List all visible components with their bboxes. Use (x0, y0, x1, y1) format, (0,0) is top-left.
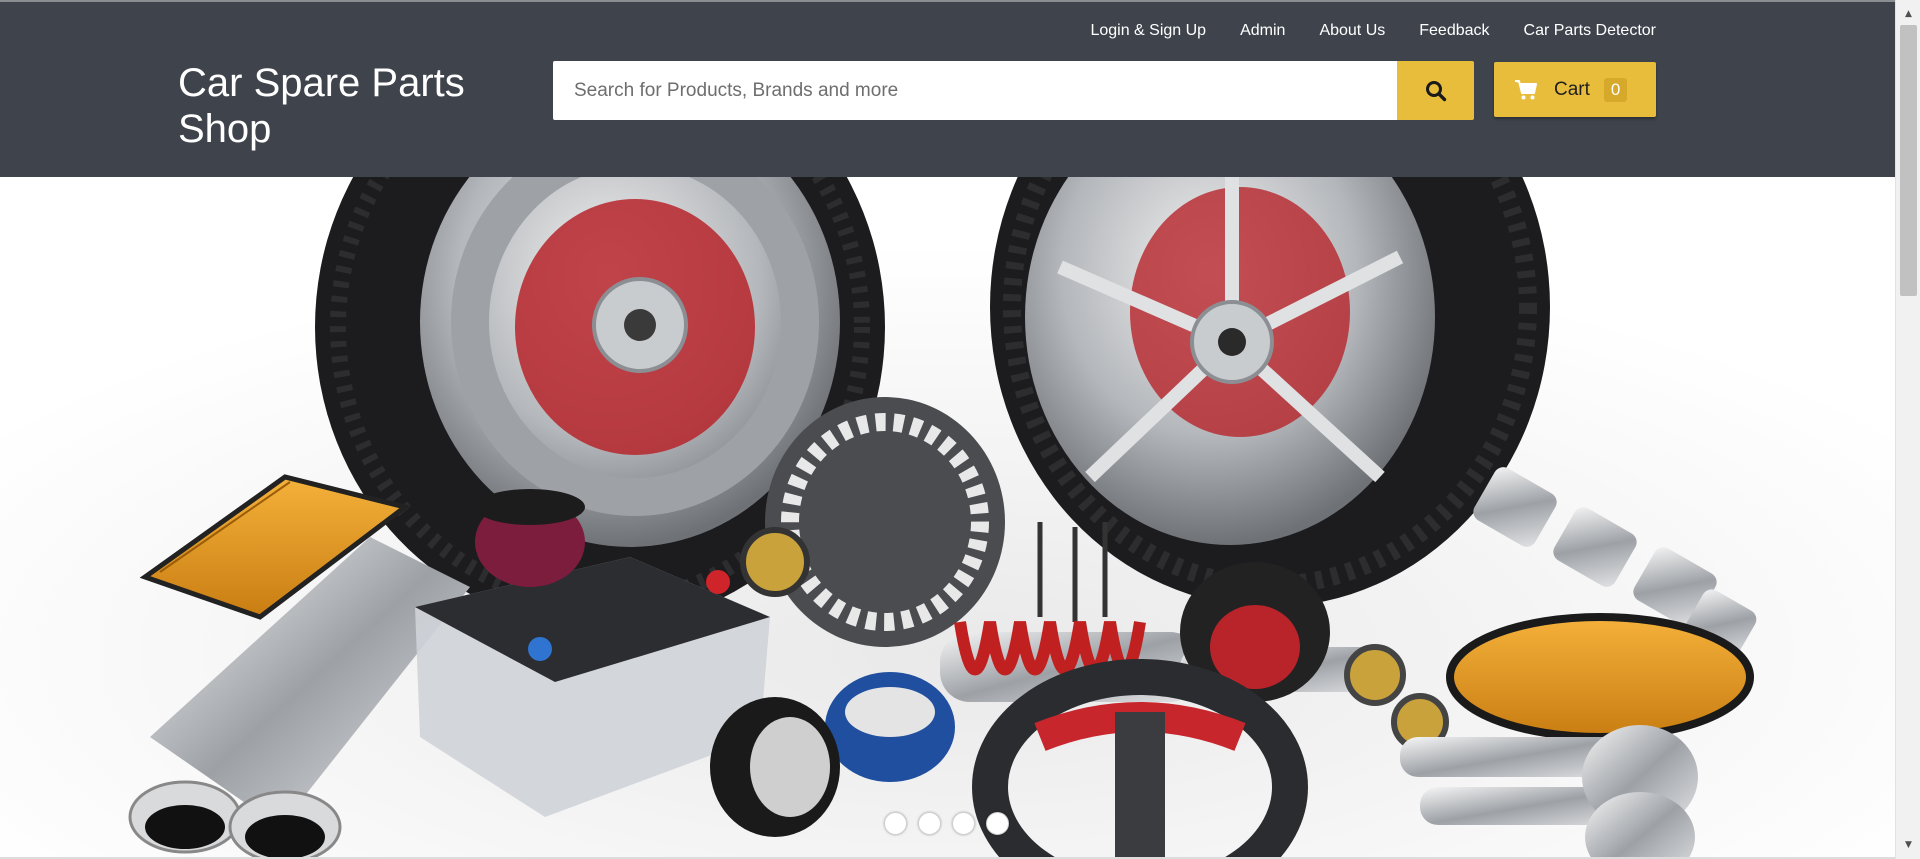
carousel-indicators (884, 812, 1009, 835)
site-header: Login & Sign Up Admin About Us Feedback … (0, 2, 1895, 177)
top-nav: Login & Sign Up Admin About Us Feedback … (1090, 22, 1656, 40)
nav-login-signup[interactable]: Login & Sign Up (1090, 22, 1206, 40)
search-button[interactable] (1397, 61, 1474, 120)
cart-label: Cart (1554, 78, 1590, 100)
hero-carousel (0, 177, 1895, 857)
scroll-down-arrow-icon[interactable]: ▼ (1896, 836, 1920, 854)
carousel-dot-3[interactable] (952, 812, 975, 835)
nav-about-us[interactable]: About Us (1319, 22, 1385, 40)
nav-feedback[interactable]: Feedback (1419, 22, 1489, 40)
site-logo-title[interactable]: Car Spare Parts Shop (178, 60, 508, 152)
search-input[interactable] (553, 61, 1397, 120)
carousel-dot-1[interactable] (884, 812, 907, 835)
scrollbar-thumb[interactable] (1900, 25, 1917, 296)
cart-count-badge: 0 (1603, 77, 1628, 102)
search-bar (553, 61, 1474, 120)
hero-image-car-parts (0, 177, 1895, 857)
scroll-up-arrow-icon[interactable]: ▲ (1896, 5, 1920, 23)
carousel-dot-4[interactable] (986, 812, 1009, 835)
search-icon (1425, 80, 1446, 101)
carousel-dot-2[interactable] (918, 812, 941, 835)
cart-button[interactable]: Cart 0 (1494, 62, 1656, 117)
nav-car-parts-detector[interactable]: Car Parts Detector (1524, 22, 1656, 40)
cart-icon (1515, 79, 1537, 99)
nav-admin[interactable]: Admin (1240, 22, 1285, 40)
vertical-scrollbar[interactable]: ▲ ▼ (1895, 0, 1920, 859)
